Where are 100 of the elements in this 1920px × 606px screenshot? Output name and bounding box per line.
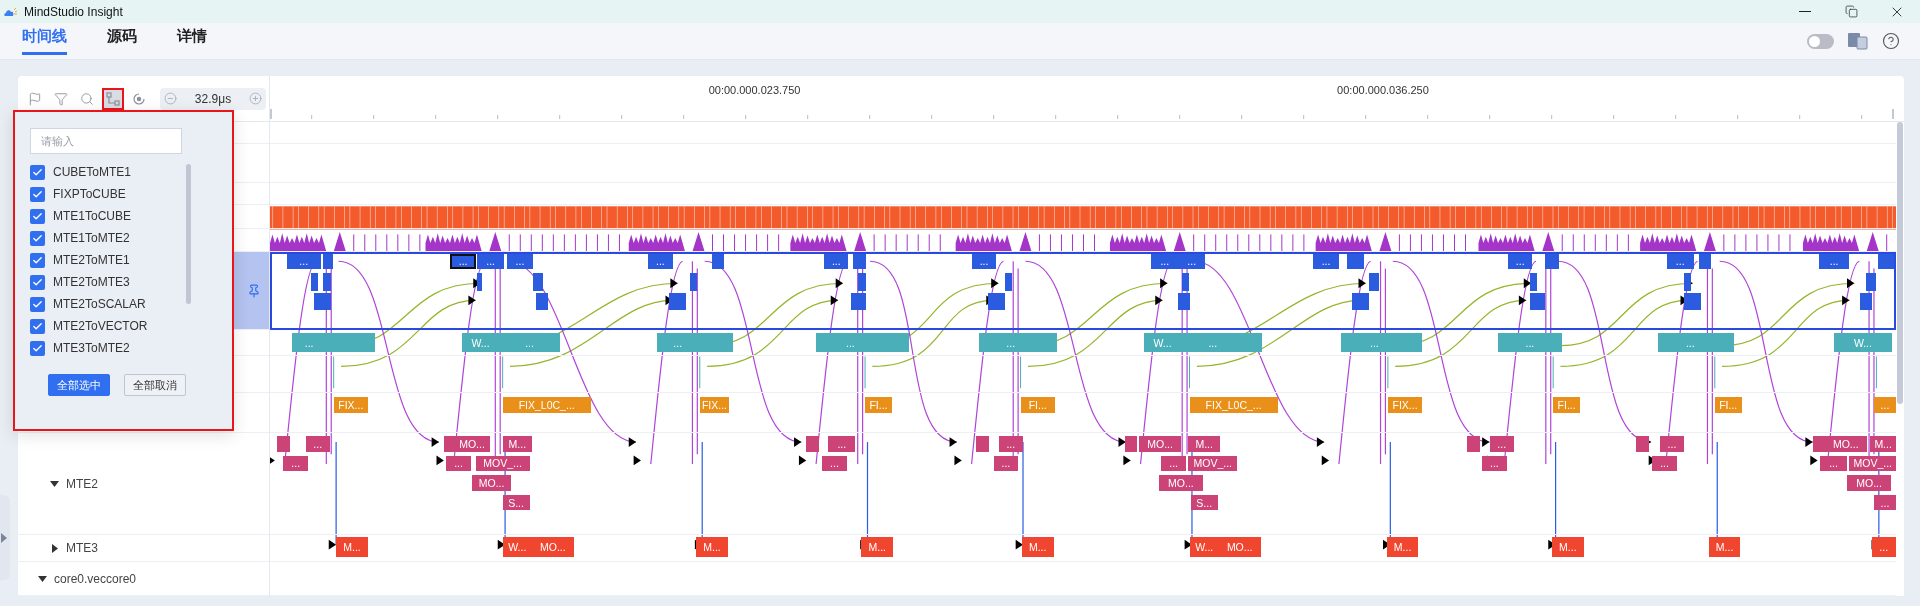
- slice[interactable]: ...: [1508, 253, 1533, 269]
- slice[interactable]: MO...: [532, 537, 574, 557]
- slice[interactable]: ...: [446, 455, 471, 472]
- slice[interactable]: FI...: [1553, 396, 1581, 413]
- select-all-button[interactable]: 全部选中: [48, 374, 110, 396]
- slice[interactable]: M...: [1021, 537, 1054, 557]
- track-lane[interactable]: M... W... MO... M... M... M... W... MO... M... M... M... ...: [270, 535, 1896, 562]
- slice[interactable]: ...: [971, 253, 997, 269]
- slice[interactable]: MO...: [1139, 435, 1181, 452]
- tab[interactable]: 源码: [107, 23, 137, 55]
- slice[interactable]: ...: [1489, 435, 1514, 452]
- slice[interactable]: ...: [1819, 253, 1849, 269]
- slice[interactable]: ...: [1659, 435, 1685, 452]
- slice[interactable]: ...: [1666, 253, 1694, 269]
- slice[interactable]: M...: [1188, 435, 1221, 452]
- track-lane[interactable]: ... MO... M... ... ... MO... M... ... ... MO... M... ... ... MOV_... ... ... ... MOV_... ... ... ... MOV_... MO... MO... MO... S... S... ...: [270, 433, 1896, 535]
- slice[interactable]: MO...: [1825, 435, 1867, 452]
- slice[interactable]: ...: [816, 333, 885, 352]
- slice[interactable]: FI...: [1714, 396, 1742, 413]
- slice[interactable]: ...: [1161, 455, 1186, 472]
- slice[interactable]: ...: [1341, 333, 1408, 352]
- tree-label[interactable]: MTE3: [66, 541, 98, 555]
- slice[interactable]: ...: [283, 455, 308, 472]
- category-label[interactable]: MTE1ToMTE2: [53, 231, 130, 245]
- slice[interactable]: ...: [656, 333, 699, 352]
- slice[interactable]: M...: [1386, 537, 1419, 557]
- slice[interactable]: ...: [305, 435, 330, 452]
- time-label: 00:00.000.023.750: [708, 84, 801, 96]
- category-label[interactable]: MTE1ToCUBE: [53, 209, 132, 223]
- slice[interactable]: S...: [1190, 494, 1218, 511]
- slice[interactable]: ...: [1873, 494, 1896, 511]
- search-field[interactable]: 请输入: [30, 128, 182, 154]
- slice[interactable]: M...: [861, 537, 894, 557]
- slice[interactable]: M...: [1551, 537, 1584, 557]
- selected-track-lane[interactable]: ... ... ... ... ... ... ... ... ... ... ... ... ...: [270, 252, 1896, 330]
- slice[interactable]: ...: [648, 253, 673, 269]
- slice[interactable]: ...: [1498, 333, 1562, 352]
- category-label[interactable]: MTE2ToMTE3: [53, 275, 130, 289]
- slice[interactable]: ...: [1658, 333, 1723, 352]
- category-label[interactable]: FIXPToCUBE: [53, 187, 126, 201]
- slice[interactable]: ...: [828, 435, 856, 452]
- slice[interactable]: ...: [1178, 253, 1206, 269]
- slice[interactable]: MOV_...: [1188, 455, 1238, 472]
- slice[interactable]: ...: [477, 253, 505, 269]
- slice[interactable]: M...: [502, 435, 532, 452]
- deselect-all-button[interactable]: 全部取消: [124, 374, 186, 396]
- slice[interactable]: ...: [1180, 333, 1245, 352]
- slice[interactable]: MO...: [1158, 475, 1203, 491]
- slice[interactable]: W...: [462, 333, 499, 352]
- slice[interactable]: S...: [502, 494, 530, 511]
- slice[interactable]: ...: [998, 435, 1023, 452]
- slice[interactable]: W...: [1189, 537, 1219, 557]
- category-label[interactable]: MTE2ToVECTOR: [53, 319, 148, 333]
- slice[interactable]: ...: [286, 253, 321, 269]
- slice[interactable]: W...: [1833, 333, 1893, 352]
- slice[interactable]: FIX_L0C_...: [1189, 396, 1278, 413]
- slice[interactable]: W...: [1144, 333, 1181, 352]
- time-label: 00:00.000.036.250: [1337, 84, 1429, 96]
- category-label[interactable]: MTE2ToMTE1: [53, 253, 130, 267]
- slice[interactable]: ...: [292, 333, 327, 352]
- slice[interactable]: ...: [1151, 253, 1179, 269]
- slice[interactable]: ...: [822, 455, 847, 472]
- category-label[interactable]: MTE3ToMTE2: [53, 341, 130, 355]
- slice[interactable]: MO...: [1847, 475, 1892, 491]
- slice[interactable]: FI...: [865, 396, 892, 413]
- slice[interactable]: FIX...: [333, 396, 368, 413]
- slice[interactable]: FI...: [1020, 396, 1055, 413]
- slice[interactable]: M...: [336, 537, 368, 557]
- slice[interactable]: ...: [1820, 455, 1847, 472]
- category-label[interactable]: MTE2ToSCALAR: [53, 297, 146, 311]
- slice[interactable]: ...: [1312, 253, 1340, 269]
- slice[interactable]: ...: [450, 253, 476, 269]
- slice[interactable]: ...: [1873, 396, 1896, 413]
- slice[interactable]: MO...: [472, 475, 512, 491]
- slice[interactable]: ...: [1871, 537, 1896, 557]
- slice[interactable]: W...: [502, 537, 532, 557]
- slice[interactable]: FIX_L0C_...: [502, 396, 591, 413]
- tree-label[interactable]: MTE2: [66, 476, 98, 491]
- track-lane[interactable]: ... W... ... ... ... ... W... ... ... ... ... W...: [270, 330, 1896, 356]
- tab[interactable]: 时间线: [22, 23, 67, 55]
- slice[interactable]: FIX...: [1387, 396, 1423, 413]
- slice[interactable]: M...: [1870, 435, 1896, 452]
- slice[interactable]: ...: [824, 253, 849, 269]
- tab[interactable]: 详情: [177, 23, 207, 55]
- slice[interactable]: ...: [993, 455, 1019, 472]
- slice[interactable]: M...: [696, 537, 728, 557]
- slice[interactable]: MO...: [453, 435, 491, 452]
- slice[interactable]: M...: [1708, 537, 1741, 557]
- category-label[interactable]: CUBEToMTE1: [53, 165, 132, 179]
- slice[interactable]: MO...: [1218, 537, 1261, 557]
- slice[interactable]: FIX...: [699, 396, 730, 413]
- slice[interactable]: ...: [498, 333, 561, 352]
- track-lane[interactable]: FIX... FIX_L0C_... FIX... FI... FI... FIX_L0C_... FIX... FI... FI... ...: [270, 393, 1896, 433]
- slice[interactable]: ...: [1652, 455, 1677, 472]
- slice[interactable]: ...: [1482, 455, 1507, 472]
- slice[interactable]: MOV_...: [475, 455, 530, 472]
- slice[interactable]: ...: [978, 333, 1043, 352]
- slice[interactable]: ...: [506, 253, 534, 269]
- tree-label[interactable]: core0.veccore0: [54, 571, 137, 586]
- slice[interactable]: MOV_...: [1849, 455, 1896, 472]
